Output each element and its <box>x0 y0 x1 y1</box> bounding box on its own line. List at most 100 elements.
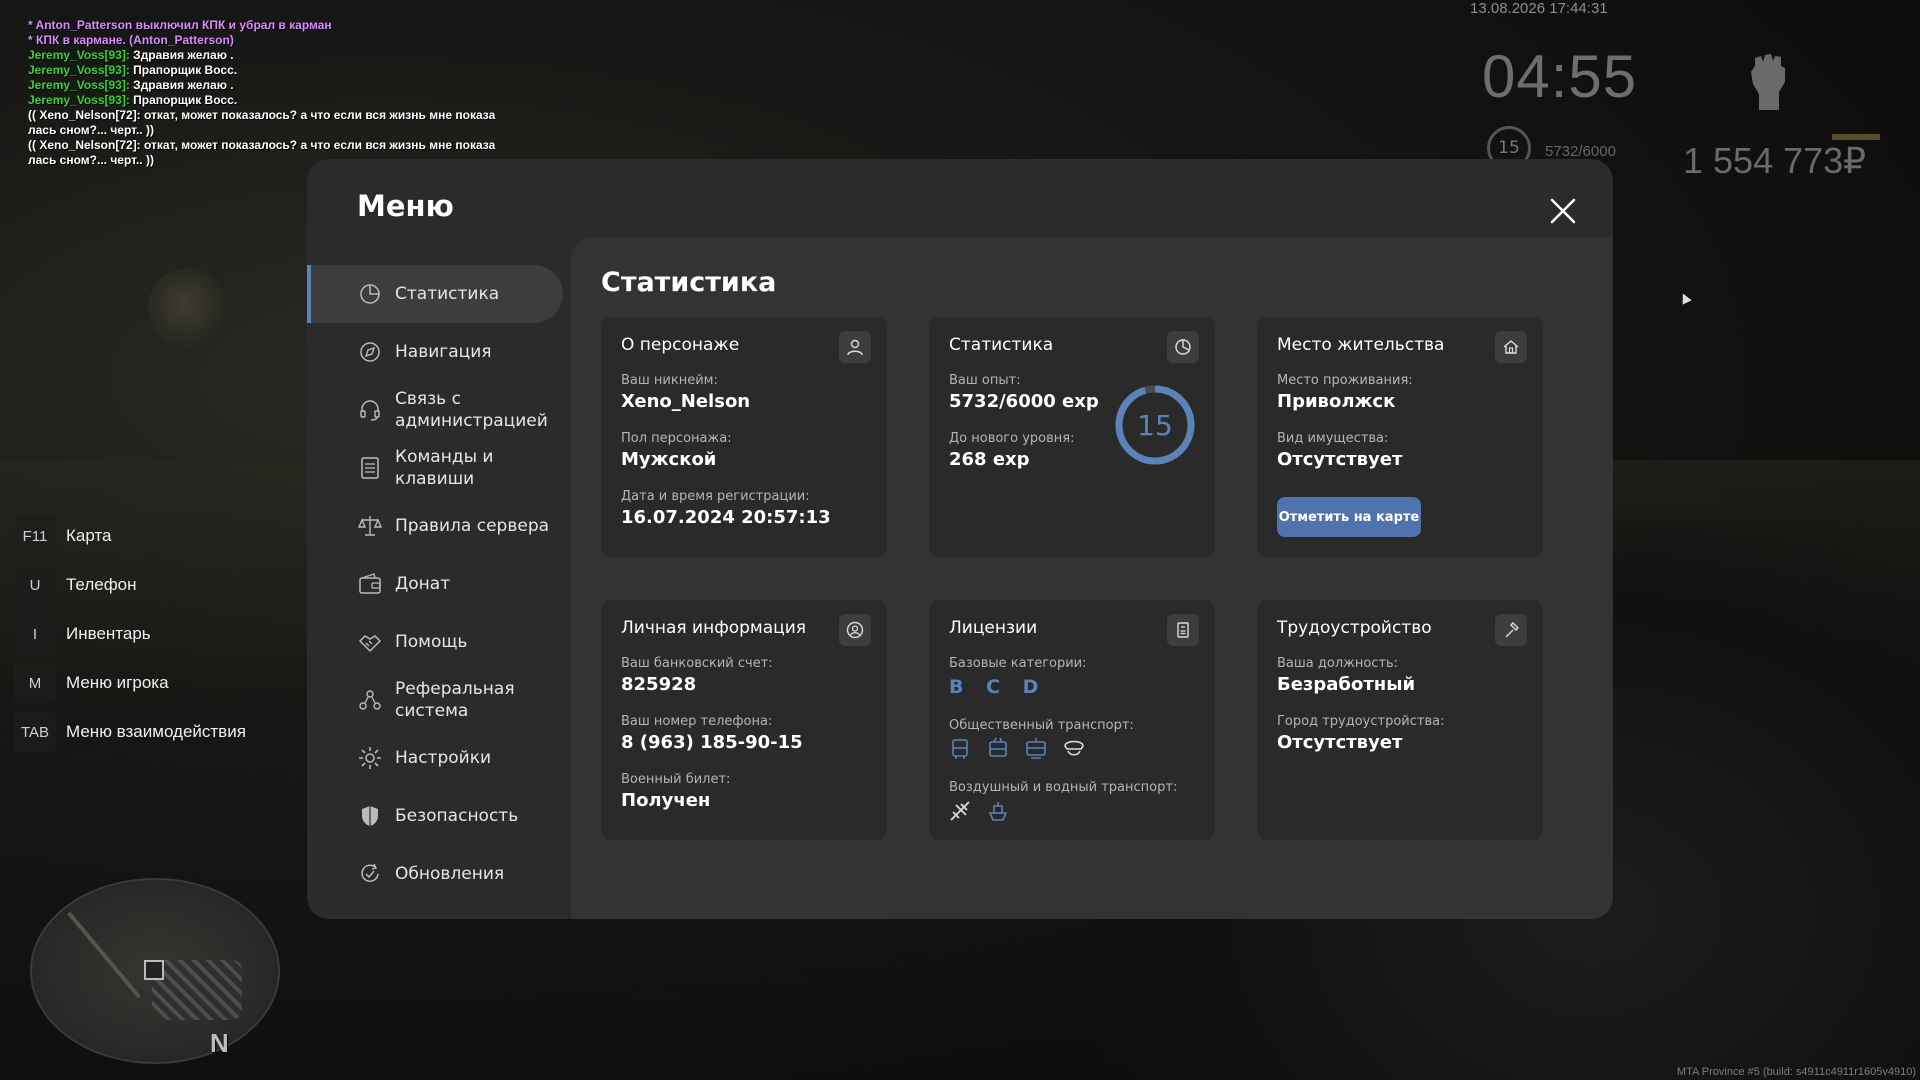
field-label: Ваш никнейм: <box>621 373 718 388</box>
boat-icon <box>988 802 1008 821</box>
field-label: Ваша должность: <box>1277 656 1399 671</box>
card-title: Статистика <box>949 335 1054 355</box>
field-label: Место проживания: <box>1277 373 1413 388</box>
field-label: До нового уровня: <box>949 431 1075 446</box>
key-cap: M <box>14 663 56 703</box>
field-label: Город трудоустройства: <box>1277 714 1445 729</box>
keybind-label: Инвентарь <box>66 624 151 643</box>
bus-icon <box>952 739 968 759</box>
card-personal-info: Личная информация Ваш банковский счет: 8… <box>601 600 887 840</box>
driver-cap-icon <box>1064 740 1084 756</box>
public-transport-icons <box>947 736 1087 762</box>
chat-line: * КПК в кармане. (Anton_Patterson) <box>28 33 508 48</box>
property-value: Отсутствует <box>1277 449 1403 470</box>
field-label: Дата и время регистрации: <box>621 489 810 504</box>
keybind-label: Меню взаимодействия <box>66 722 246 741</box>
keybind-label: Меню игрока <box>66 673 169 692</box>
nav-label: Статистика <box>395 284 500 304</box>
keybind-list: F11 Карта U Телефон I Инвентарь M Меню игро… <box>14 516 246 761</box>
stats-panel: Статистика О персонаже Ваш никнейм: Xeno… <box>571 237 1613 919</box>
phone-value: 8 (963) 185-90-15 <box>621 732 803 753</box>
referral-icon <box>359 690 381 710</box>
keybind-row: F11 Карта <box>14 516 246 556</box>
keybind-row: M Меню игрока <box>14 663 246 703</box>
field-label: Пол персонажа: <box>621 431 732 446</box>
nav-label: Связь с администрацией <box>395 389 548 431</box>
chat-log: * Anton_Patterson выключил КПК и убрал в… <box>28 18 508 168</box>
keybind-row: I Инвентарь <box>14 614 246 654</box>
license-categories: B C D <box>949 676 1047 698</box>
card-employment: Трудоустройство Ваша должность: Безработ… <box>1257 600 1543 840</box>
registration-value: 16.07.2024 20:57:13 <box>621 507 831 528</box>
hud-clock: 04:55 <box>1482 43 1638 110</box>
nav-label: Донат <box>395 574 451 594</box>
nav-item[interactable]: Обновления <box>307 845 563 903</box>
chat-text: * Anton_Patterson выключил КПК и убрал в… <box>28 18 332 32</box>
compass-icon <box>360 342 380 362</box>
nav-item[interactable]: Правила сервера <box>307 497 563 555</box>
key-cap: F11 <box>14 516 56 556</box>
nav-item[interactable]: Реферальная система <box>307 671 563 729</box>
exp-value: 5732/6000 exp <box>949 391 1099 412</box>
field-label: Вид имущества: <box>1277 431 1389 446</box>
field-label: Базовые категории: <box>949 656 1087 671</box>
chat-line: Jeremy_Voss[93]: Здравия желаю . <box>28 78 508 93</box>
nav-label: Команды и клавиши <box>395 447 494 489</box>
nav-item[interactable]: Донат <box>307 555 563 613</box>
close-icon[interactable] <box>1547 195 1579 227</box>
chat-text: Jeremy_Voss[93]: <box>28 48 134 62</box>
nav-item[interactable]: Настройки <box>307 729 563 787</box>
card-title: Лицензии <box>949 618 1038 638</box>
plane-icon <box>950 801 970 821</box>
nickname-value: Xeno_Nelson <box>621 391 751 412</box>
minimap <box>30 878 280 1064</box>
mark-on-map-button[interactable]: Отметить на карте <box>1277 497 1421 537</box>
minimap-road <box>67 911 141 999</box>
build-info: MTA Province #5 (build: s4911c4911r1605v… <box>1676 1066 1916 1078</box>
gender-value: Мужской <box>621 449 717 470</box>
handshake-icon <box>358 635 382 653</box>
nav-item[interactable]: Безопасность <box>307 787 563 845</box>
nav-item[interactable]: Связь с администрацией <box>307 381 563 439</box>
tram-icon <box>1026 738 1046 759</box>
keybind-label: Карта <box>66 526 112 545</box>
next-level-value: 268 exp <box>949 449 1030 470</box>
position-value: Безработный <box>1277 674 1416 695</box>
level-value: 15 <box>1137 408 1173 442</box>
key-cap: U <box>14 565 56 605</box>
pie-chart-icon <box>360 284 380 304</box>
field-label: Ваш банковский счет: <box>621 656 773 671</box>
card-title: Личная информация <box>621 618 807 638</box>
nav-item[interactable]: Статистика <box>307 265 563 323</box>
job-city-value: Отсутствует <box>1277 732 1403 753</box>
menu-window: Меню Статистика Навигация Связь с админи… <box>307 159 1613 919</box>
chat-text: Прапорщик Восс. <box>133 93 238 107</box>
mouse-cursor <box>1678 291 1692 305</box>
hud-money: 1 554 773₽ <box>1683 140 1867 181</box>
hammer-icon <box>1495 614 1527 646</box>
scales-icon <box>357 516 383 536</box>
nav-label: Правила сервера <box>395 516 550 536</box>
nav-item[interactable]: Помощь <box>307 613 563 671</box>
card-title: О персонаже <box>621 335 740 355</box>
nav-label: Реферальная система <box>395 679 515 721</box>
chat-text: Jeremy_Voss[93]: <box>28 93 134 107</box>
chat-line: Jeremy_Voss[93]: Прапорщик Восс. <box>28 93 508 108</box>
bank-account-value: 825928 <box>621 674 697 695</box>
nav-item[interactable]: Навигация <box>307 323 563 381</box>
field-label: Ваш опыт: <box>949 373 1021 388</box>
minimap-player-marker <box>144 960 164 980</box>
card-title: Трудоустройство <box>1277 618 1432 638</box>
chat-text: Прапорщик Восс. <box>133 63 238 77</box>
hud-exp: 5732/6000 <box>1545 143 1616 160</box>
nav-item[interactable]: Команды и клавиши <box>307 439 563 497</box>
trolleybus-icon <box>989 737 1007 757</box>
chat-line: Jeremy_Voss[93]: Здравия желаю . <box>28 48 508 63</box>
residence-value: Приволжск <box>1277 391 1396 412</box>
field-label: Общественный транспорт: <box>949 718 1134 733</box>
background-moon <box>148 268 228 348</box>
chat-line: (( Xeno_Nelson[72]: откат, может показал… <box>28 108 508 138</box>
chat-text: (( Xeno_Nelson[72]: откат, может показал… <box>28 108 496 137</box>
field-label: Военный билет: <box>621 772 731 787</box>
user-circle-icon <box>839 614 871 646</box>
